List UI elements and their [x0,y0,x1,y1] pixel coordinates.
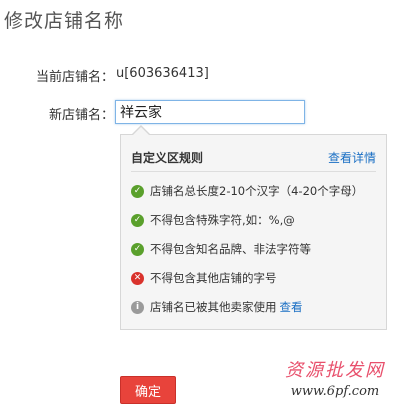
new-name-input[interactable] [115,100,305,124]
x-circle-icon: ✕ [131,271,144,285]
rules-title: 自定义区规则 [131,151,204,165]
rules-divider [131,171,376,172]
check-circle-icon: ✓ [131,213,144,227]
rule-text: 不得包含特殊字符,如：%,@ [150,213,295,227]
watermark: 资源批发网 www.6pf.com [276,356,394,399]
rule-item: ✓ 不得包含特殊字符,如：%,@ [131,212,295,228]
rules-panel: 自定义区规则 查看详情 ✓ 店铺名总长度2-10个汉字（4-20个字母） ✓ 不… [120,134,387,330]
confirm-button[interactable]: 确定 [120,376,176,404]
rule-item: i 店铺名已被其他卖家使用 查看 [131,299,303,315]
page-title: 修改店铺名称 [4,10,125,32]
check-circle-icon: ✓ [131,184,144,198]
rule-item: ✓ 不得包含知名品牌、非法字符等 [131,241,311,257]
rule-item: ✓ 店铺名总长度2-10个汉字（4-20个字母） [131,183,363,199]
view-details-link[interactable]: 查看详情 [328,149,376,166]
rule-text: 店铺名总长度2-10个汉字（4-20个字母） [150,184,364,198]
rule-item: ✕ 不得包含其他店铺的字号 [131,270,277,286]
current-name-label: 当前店铺名： [35,70,114,85]
watermark-url: www.6pf.com [290,384,380,399]
new-name-label: 新店铺名： [48,108,114,123]
watermark-title: 资源批发网 [285,360,385,381]
tooltip-arrow-fill [133,127,149,135]
current-name-value: u[603636413] [116,66,209,81]
rule-text: 不得包含其他店铺的字号 [150,271,277,285]
check-circle-icon: ✓ [131,242,144,256]
rule-text: 店铺名已被其他卖家使用 [150,300,277,314]
rules-header: 自定义区规则 查看详情 [121,135,386,171]
view-link[interactable]: 查看 [280,299,303,315]
info-circle-icon: i [131,300,144,314]
rule-text: 不得包含知名品牌、非法字符等 [150,242,311,256]
